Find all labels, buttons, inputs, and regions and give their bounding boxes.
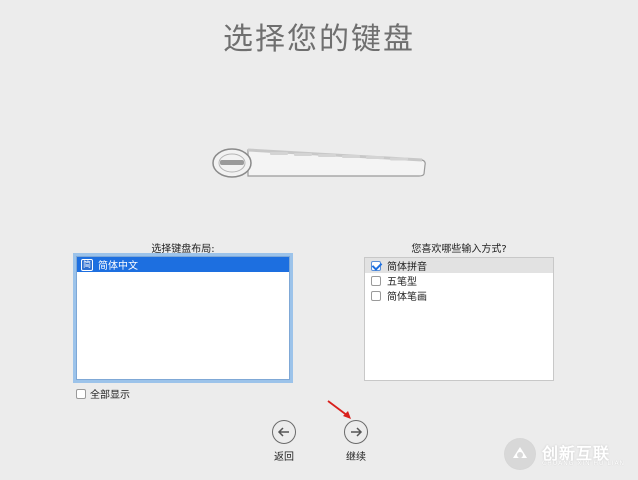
keyboard-illustration <box>212 148 426 178</box>
back-button[interactable]: 返回 <box>264 420 304 463</box>
pinyin-checkbox[interactable] <box>371 260 381 271</box>
stroke-checkbox[interactable] <box>371 290 381 301</box>
watermark-logo-icon <box>504 438 536 470</box>
list-item-label: 简体中文 <box>98 261 138 272</box>
keyboard-layout-label: 选择键盘布局: <box>151 244 215 255</box>
input-method-list[interactable]: 简体拼音 五笔型 简体笔画 <box>364 257 554 381</box>
show-all-checkbox[interactable] <box>76 388 86 399</box>
annotation-arrow-icon <box>327 400 351 419</box>
show-all-label: 全部显示 <box>90 390 130 401</box>
watermark-subtext: CHUANG XIN HU LIAN <box>542 460 626 467</box>
list-item-wubi[interactable]: 五笔型 <box>365 273 553 288</box>
back-label: 返回 <box>274 452 294 463</box>
list-item-stroke[interactable]: 简体笔画 <box>365 288 553 303</box>
arrow-right-icon <box>344 420 368 444</box>
page-title: 选择您的键盘 <box>223 22 415 57</box>
input-method-label: 您喜欢哪些输入方式? <box>411 244 507 255</box>
list-item-label: 简体拼音 <box>387 262 427 273</box>
list-item-simplified-chinese[interactable]: 简 简体中文 <box>77 257 289 272</box>
chinese-simplified-input-icon: 简 <box>81 258 93 271</box>
show-all-checkbox-row[interactable]: 全部显示 <box>76 386 130 401</box>
list-item-label: 简体笔画 <box>387 292 427 303</box>
continue-button[interactable]: 继续 <box>336 420 376 463</box>
wubi-checkbox[interactable] <box>371 275 381 286</box>
watermark: 创新互联 CHUANG XIN HU LIAN <box>500 436 634 474</box>
list-item-label: 五笔型 <box>387 277 417 288</box>
arrow-left-icon <box>272 420 296 444</box>
keyboard-layout-list[interactable]: 简 简体中文 <box>76 256 290 380</box>
continue-label: 继续 <box>346 452 366 463</box>
list-item-simplified-pinyin[interactable]: 简体拼音 <box>365 258 553 273</box>
